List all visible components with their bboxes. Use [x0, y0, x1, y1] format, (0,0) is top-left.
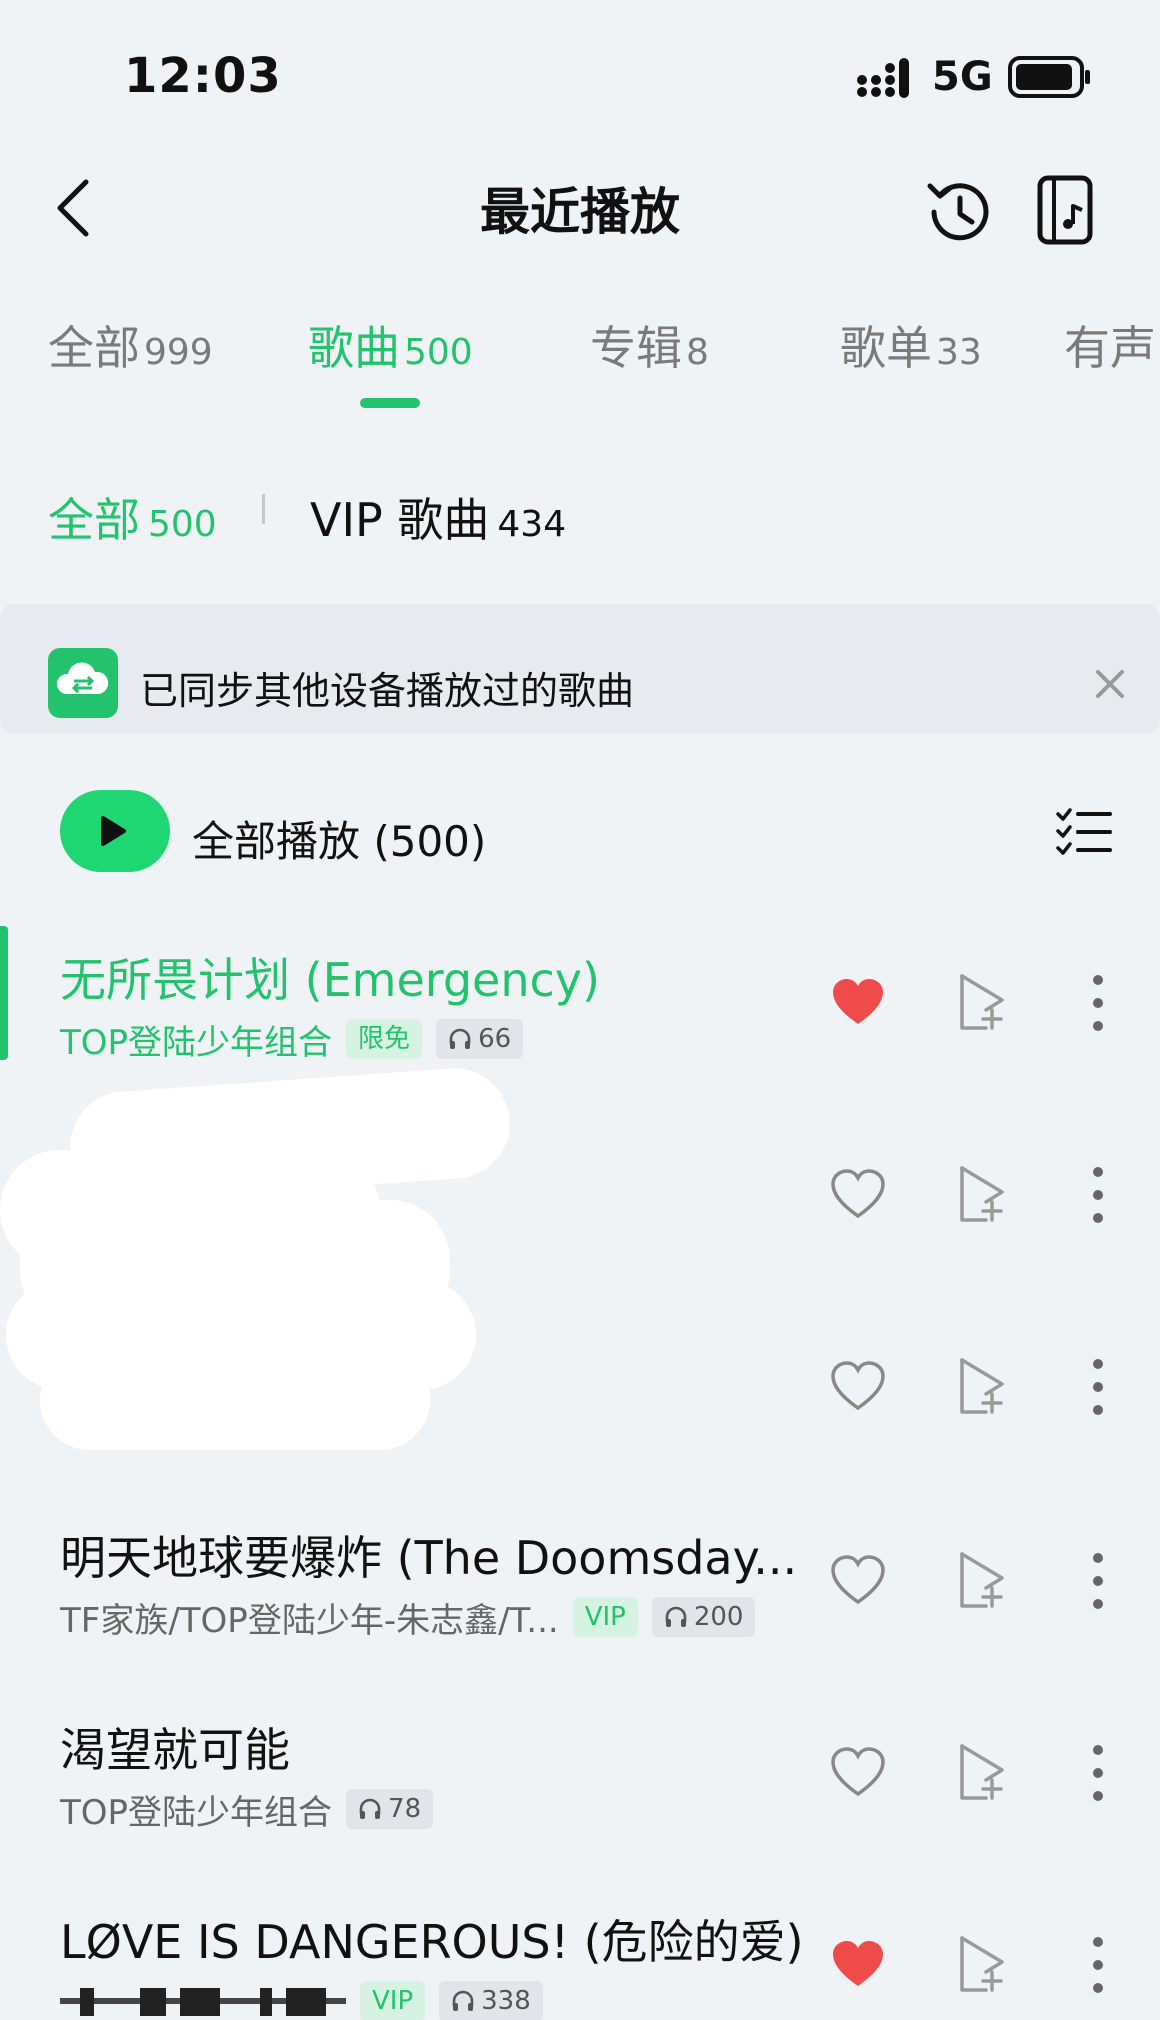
- tab-count: 999: [144, 332, 213, 373]
- tab-count: 8: [686, 332, 709, 373]
- signal-icon: [857, 58, 909, 98]
- filter-count: 434: [497, 504, 567, 545]
- multi-select-icon[interactable]: [1056, 808, 1112, 856]
- close-icon[interactable]: [1090, 664, 1130, 704]
- heart-icon[interactable]: [830, 1746, 886, 1802]
- play-count-badge: 66: [436, 1019, 524, 1059]
- more-icon[interactable]: [1090, 972, 1106, 1034]
- headphones-icon: [452, 1990, 474, 2011]
- headphones-icon: [449, 1028, 471, 1049]
- song-title: LØVE IS DANGEROUS! (危险的爱): [60, 1915, 800, 1969]
- tab-audio[interactable]: 有声: [1064, 312, 1156, 378]
- vip-badge: VIP: [360, 1981, 426, 2020]
- song-artist: TOP登陆少年组合: [60, 1792, 333, 1833]
- heart-icon-filled[interactable]: [830, 1938, 886, 1994]
- tab-indicator: [360, 398, 420, 408]
- tab-label: 专辑: [590, 321, 682, 375]
- play-count-badge: 200: [651, 1597, 756, 1637]
- heart-icon-filled[interactable]: [830, 976, 886, 1032]
- history-icon[interactable]: [922, 176, 994, 248]
- heart-icon[interactable]: [830, 1554, 886, 1610]
- song-row[interactable]: 渴望就可能 TOP登陆少年组合 78: [0, 1686, 1160, 1876]
- battery-icon: [1008, 56, 1090, 98]
- heart-icon[interactable]: [830, 1168, 886, 1224]
- add-to-playlist-icon[interactable]: [956, 1162, 1008, 1226]
- play-count: 78: [388, 1794, 422, 1824]
- play-count: 200: [693, 1602, 744, 1632]
- song-title: 渴望就可能: [60, 1723, 290, 1777]
- headphones-icon: [665, 1606, 687, 1627]
- play-count: 66: [478, 1024, 512, 1054]
- tab-albums[interactable]: 专辑 8: [590, 312, 709, 378]
- more-icon[interactable]: [1090, 1550, 1106, 1612]
- song-artist: TOP登陆少年组合: [60, 1022, 333, 1063]
- redaction-scribble: [40, 1350, 430, 1450]
- song-row[interactable]: 明天地球要爆炸 (The Doomsday... TF家族/TOP登陆少年-朱志…: [0, 1494, 1160, 1684]
- play-count: 338: [481, 1986, 531, 2016]
- play-all-button[interactable]: [60, 790, 170, 872]
- tab-songs[interactable]: 歌曲 500: [308, 312, 473, 378]
- song-row[interactable]: 无所畏计划 (Emergency) TOP登陆少年组合 限免 66: [0, 916, 1160, 1106]
- song-row[interactable]: LØVE IS DANGEROUS! (危险的爱) VIP 338: [0, 1878, 1160, 2020]
- sync-banner-text: 已同步其他设备播放过的歌曲: [140, 669, 635, 713]
- more-icon[interactable]: [1090, 1742, 1106, 1804]
- play-count-badge: 78: [346, 1789, 434, 1829]
- song-artist-redacted: [60, 1984, 346, 2018]
- tab-count: 500: [404, 332, 473, 373]
- headphones-icon: [359, 1798, 381, 1819]
- vip-badge: VIP: [572, 1597, 638, 1637]
- filter-vip[interactable]: VIP 歌曲 434: [310, 484, 566, 550]
- play-count-badge: 338: [439, 1981, 543, 2020]
- filter-label: 全部: [48, 493, 140, 547]
- song-title: 无所畏计划 (Emergency): [60, 953, 600, 1007]
- more-icon[interactable]: [1090, 1934, 1106, 1996]
- heart-icon[interactable]: [830, 1360, 886, 1416]
- tab-playlists[interactable]: 歌单 33: [840, 312, 982, 378]
- add-to-playlist-icon[interactable]: [956, 1548, 1008, 1612]
- tab-label: 歌单: [840, 321, 932, 375]
- local-music-icon[interactable]: [1036, 174, 1094, 246]
- divider: [262, 494, 265, 524]
- cloud-sync-icon: [48, 648, 118, 718]
- add-to-playlist-icon[interactable]: [956, 970, 1008, 1034]
- song-title: 明天地球要爆炸 (The Doomsday...: [60, 1531, 798, 1585]
- song-artist: TF家族/TOP登陆少年-朱志鑫/T...: [60, 1600, 559, 1641]
- filter-label: VIP 歌曲: [310, 493, 490, 547]
- filter-all[interactable]: 全部 500: [48, 484, 217, 550]
- now-playing-indicator: [0, 926, 8, 1060]
- tab-label: 歌曲: [308, 321, 400, 375]
- more-icon[interactable]: [1090, 1164, 1106, 1226]
- play-icon: [101, 816, 126, 846]
- filter-count: 500: [148, 504, 217, 545]
- status-time: 12:03: [124, 48, 282, 104]
- tab-all[interactable]: 全部 999: [48, 312, 213, 378]
- tab-count: 33: [936, 332, 982, 373]
- tab-label: 全部: [48, 321, 140, 375]
- add-to-playlist-icon[interactable]: [956, 1354, 1008, 1418]
- tab-label: 有声: [1064, 321, 1156, 375]
- network-type: 5G: [932, 54, 993, 100]
- play-all-label[interactable]: 全部播放 (500): [192, 808, 486, 869]
- free-badge: 限免: [346, 1019, 423, 1059]
- add-to-playlist-icon[interactable]: [956, 1932, 1008, 1996]
- more-icon[interactable]: [1090, 1356, 1106, 1418]
- add-to-playlist-icon[interactable]: [956, 1740, 1008, 1804]
